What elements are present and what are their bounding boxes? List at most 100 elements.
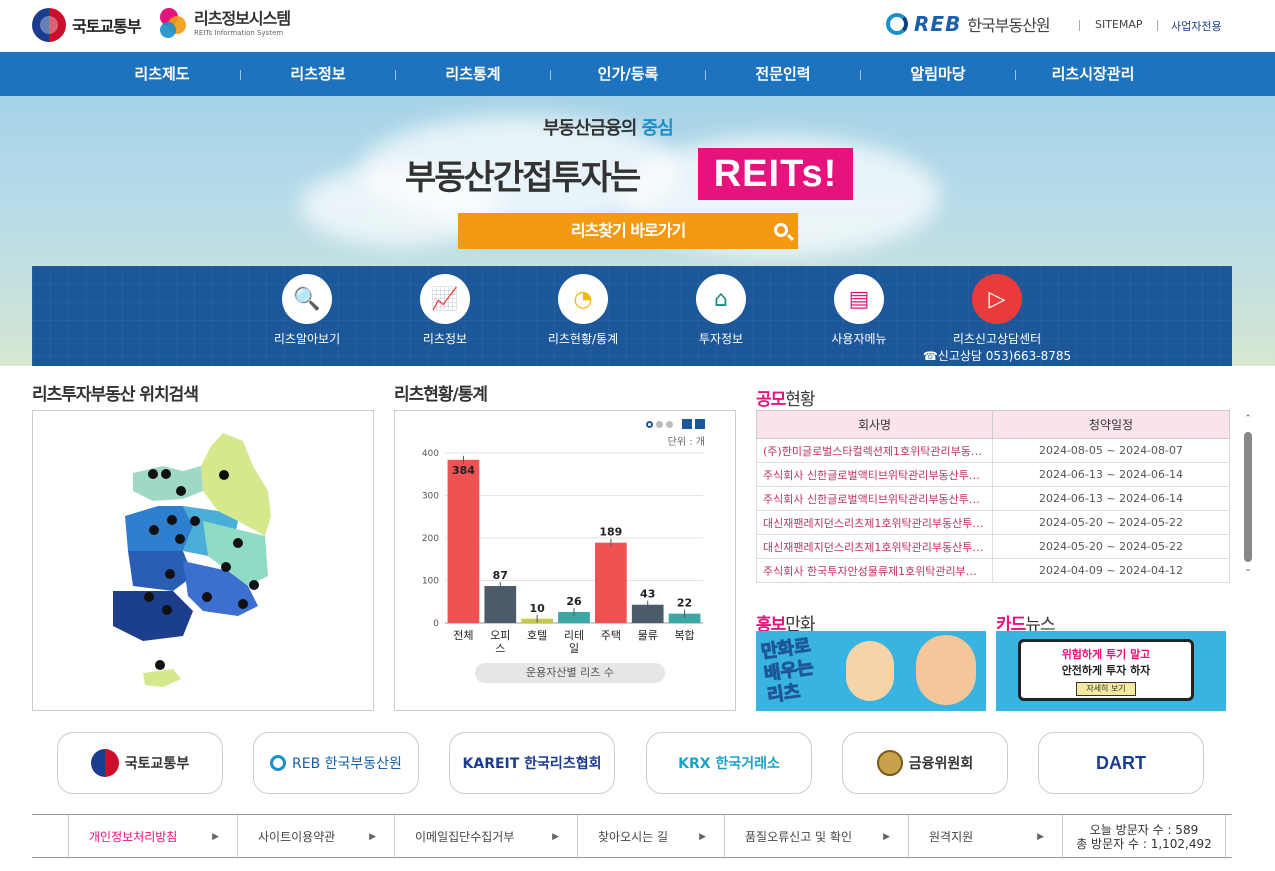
period-cell: 2024-04-09 ~ 2024-04-12 (992, 558, 1230, 583)
card-sign: 위험하게 투기 말고 안전하게 투자 하자 자세히 보기 (1018, 639, 1194, 701)
scroll-up-icon[interactable]: ⌃ (1242, 414, 1254, 424)
sitemap-link[interactable]: SITEMAP (1095, 18, 1143, 31)
family-site-label: KRX 한국거래소 (678, 756, 780, 772)
recruit-scrollbar[interactable]: ⌃ ⌄ (1242, 414, 1254, 576)
reits-logo[interactable]: 리츠정보시스템 REITs Information System (158, 6, 291, 42)
card-news-banner[interactable]: 위험하게 투기 말고 안전하게 투자 하자 자세히 보기 (996, 631, 1226, 711)
document-icon: ▤ (834, 274, 884, 324)
x-tick-label: 호텔 (527, 629, 547, 642)
nav-item-license[interactable]: 인가/등록 (558, 52, 698, 96)
quick-item-stats[interactable]: ◔ 리츠현황/통계 (518, 274, 648, 347)
family-site-label: REB 한국부동산원 (292, 756, 402, 772)
magnifier-chart-icon: 🔍 (282, 274, 332, 324)
company-cell[interactable]: 주식회사 신한글로벌액티브위탁관리부동산투자회사 (756, 486, 993, 511)
x-tick-label: 일 (569, 641, 579, 655)
col-header-company: 회사명 (756, 410, 993, 439)
family-site-label: DART (1096, 752, 1146, 773)
total-visitors: 총 방문자 수 : 1,102,492 (1076, 837, 1212, 851)
quick-item-invest[interactable]: ⌂ 투자정보 (656, 274, 786, 347)
location-map-panel (32, 410, 374, 711)
quick-label: 리츠신고상담센터 (952, 332, 1042, 346)
quick-item-user[interactable]: ▤ 사용자메뉴 (794, 274, 924, 347)
footer-link-privacy[interactable]: 개인정보처리방침 ▶ (68, 815, 237, 859)
nav-divider (240, 70, 241, 80)
util-divider (1079, 20, 1080, 31)
company-cell[interactable]: (주)한미글로벌스타컬렉션제1호위탁관리부동산투자회사 (756, 438, 993, 463)
chart-section-title: 리츠현황/통계 (394, 385, 488, 405)
reb-logo-icon (270, 755, 287, 771)
nav-item-notice[interactable]: 알림마당 (868, 52, 1008, 96)
company-cell[interactable]: 대신재팬레지던스리츠제1호위탁관리부동산투자회사 (756, 510, 993, 535)
family-site-reb[interactable]: REB 한국부동산원 (253, 732, 419, 794)
jeonbuk-region[interactable] (128, 551, 193, 591)
business-only-link[interactable]: 사업자전용 (1171, 18, 1222, 34)
family-site-dart[interactable]: DART (1038, 732, 1204, 794)
family-site-krx[interactable]: KRX 한국거래소 (646, 732, 812, 794)
reits-mark-icon (158, 6, 188, 42)
period-cell: 2024-06-13 ~ 2024-06-14 (992, 462, 1230, 487)
nav-item-reits-info[interactable]: 리츠정보 (248, 52, 388, 96)
recruit-table: 회사명 청약일정 (주)한미글로벌스타컬렉션제1호위탁관리부동산투자회사2024… (756, 410, 1230, 583)
x-tick-label: 주택 (601, 629, 621, 642)
data-label: 22 (677, 597, 692, 610)
footer-link-terms[interactable]: 사이트이용약관 ▶ (237, 815, 394, 859)
footer-links: 개인정보처리방침 ▶ 사이트이용약관 ▶ 이메일집단수집거부 ▶ 찾아오시는 길 ▶ 품… (32, 814, 1232, 859)
x-tick-label: 리테 (564, 629, 584, 642)
table-row[interactable]: 대신재팬레지던스리츠제1호위탁관리부동산투자회사 2024-05-20 ~ 202… (756, 510, 1230, 535)
quick-item-report-center[interactable]: ▷ 리츠신고상담센터 ☎신고상담 053)663-8785 (917, 274, 1077, 364)
nav-item-reits-system[interactable]: 리츠제도 (92, 52, 232, 96)
bar (595, 542, 627, 623)
y-tick-label: 100 (422, 577, 439, 587)
cartoon-man-icon (916, 635, 976, 705)
family-site-label: 국토교통부 (124, 756, 190, 772)
table-row[interactable]: (주)한미글로벌스타컬렉션제1호위탁관리부동산투자회사2024-08-05 ~ … (756, 438, 1230, 463)
card-line1: 위험하게 투기 말고 (1061, 648, 1151, 661)
main-navigation: 리츠제도 리츠정보 리츠통계 인가/등록 전문인력 알림마당 리츠시장관리 (0, 52, 1275, 96)
footer-link-remote-support[interactable]: 원격지원 ▶ (908, 815, 1062, 859)
quick-item-about[interactable]: 🔍 리츠알아보기 (242, 274, 372, 347)
reits-title: 리츠정보시스템 (194, 9, 291, 28)
family-site-kareit[interactable]: KAREIT 한국리츠협회 (449, 732, 615, 794)
jeju-region[interactable] (143, 669, 181, 687)
company-cell[interactable]: 주식회사 한국투자안성물류제1호위탁관리부동산투자회사 (756, 558, 993, 583)
visitor-counter: 오늘 방문자 수 : 589 총 방문자 수 : 1,102,492 (1062, 815, 1226, 859)
scroll-thumb[interactable] (1244, 432, 1252, 562)
table-row[interactable]: 주식회사 신한글로벌액티브위탁관리부동산투자회사 2024-06-13 ~ 202… (756, 462, 1230, 487)
nav-item-experts[interactable]: 전문인력 (713, 52, 853, 96)
nav-item-reits-stats[interactable]: 리츠통계 (403, 52, 543, 96)
hero-subtitle: 부동산금융의 중심 (543, 118, 674, 139)
molit-logo[interactable]: 국토교통부 (32, 8, 142, 42)
period-cell: 2024-06-13 ~ 2024-06-14 (992, 486, 1230, 511)
hero-title: 부동산간접투자는 (405, 158, 641, 198)
family-site-molit[interactable]: 국토교통부 (57, 732, 223, 794)
table-row[interactable]: 주식회사 한국투자안성물류제1호위탁관리부동산투자회사2024-04-09 ~ … (756, 558, 1230, 583)
footer-link-quality-report[interactable]: 품질오류신고 및 확인 ▶ (724, 815, 908, 859)
nav-item-market[interactable]: 리츠시장관리 (1023, 52, 1163, 96)
scroll-down-icon[interactable]: ⌄ (1242, 564, 1254, 574)
company-cell[interactable]: 대신재팬레지던스리츠제1호위탁관리부동산투자회사 (756, 534, 993, 559)
y-tick-label: 400 (422, 449, 439, 459)
korea-map[interactable] (33, 411, 373, 710)
nav-divider (550, 70, 551, 80)
quick-label: 리츠현황/통계 (547, 332, 619, 346)
table-row[interactable]: 대신재팬레지던스리츠제1호위탁관리부동산투자회사 2024-05-20 ~ 202… (756, 534, 1230, 559)
family-site-fsc[interactable]: 금융위원회 (842, 732, 1008, 794)
company-cell[interactable]: 주식회사 신한글로벌액티브위탁관리부동산투자회사 (756, 462, 993, 487)
quick-item-info[interactable]: 📈 리츠정보 (380, 274, 510, 347)
find-reits-button[interactable]: 리츠찾기 바로가기 (458, 213, 798, 249)
card-detail-button[interactable]: 자세히 보기 (1076, 682, 1136, 696)
y-tick-label: 0 (433, 619, 439, 629)
molit-emblem-icon (32, 8, 66, 42)
promo-comic-banner[interactable]: 만화로 배우는 리츠 (756, 631, 986, 711)
comic-title: 만화로 배우는 리츠 (759, 635, 815, 707)
x-tick-label: 복합 (674, 629, 694, 642)
table-row[interactable]: 주식회사 신한글로벌액티브위탁관리부동산투자회사 2024-06-13 ~ 202… (756, 486, 1230, 511)
quick-menu: 🔍 리츠알아보기 📈 리츠정보 ◔ 리츠현황/통계 ⌂ 투자정보 ▤ 사용자메뉴… (32, 266, 1232, 366)
x-tick-label: 스 (495, 642, 505, 655)
data-label: 384 (452, 464, 475, 477)
reb-logo[interactable]: REB 한국부동산원 (886, 12, 1051, 36)
footer-link-email-refusal[interactable]: 이메일집단수집거부 ▶ (394, 815, 577, 859)
reits-subtitle: REITs Information System (194, 29, 284, 37)
y-tick-label: 200 (422, 534, 439, 544)
footer-link-directions[interactable]: 찾아오시는 길 ▶ (577, 815, 724, 859)
